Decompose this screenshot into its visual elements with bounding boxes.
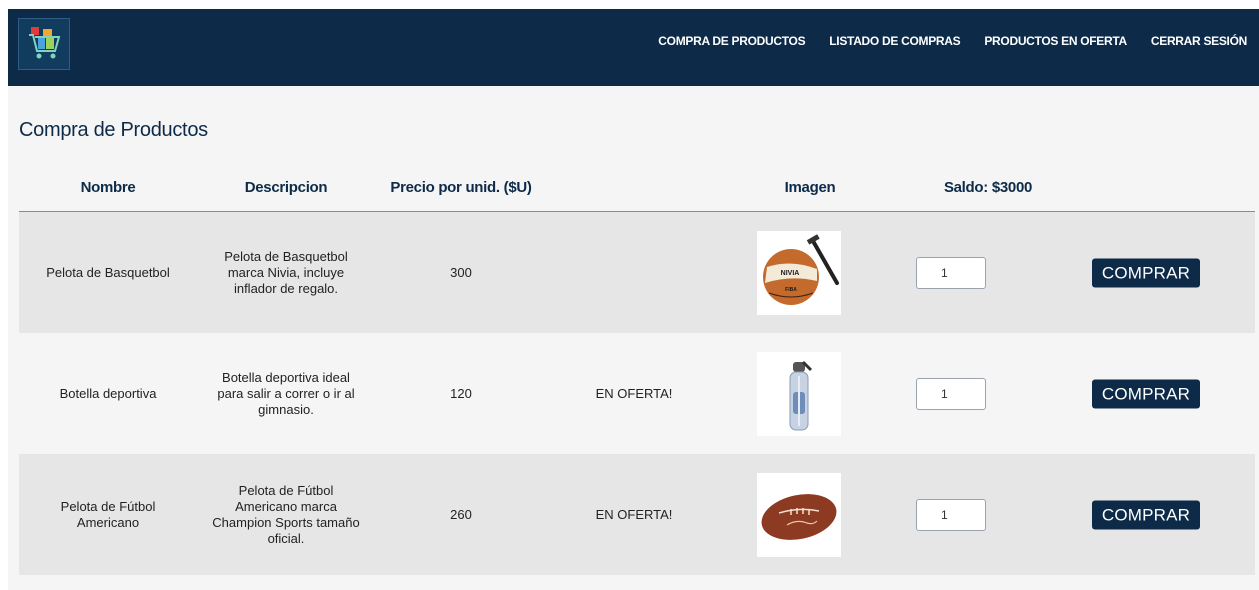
product-price: 260: [450, 506, 472, 522]
american-football-icon: [757, 472, 841, 557]
nav-listado-de-compras[interactable]: LISTADO DE COMPRAS: [829, 34, 960, 48]
product-description: Pelota de Basquetbol marca Nivia, incluy…: [224, 248, 348, 296]
nav-links: COMPRA DE PRODUCTOS LISTADO DE COMPRAS P…: [658, 9, 1259, 73]
header-nombre: Nombre: [80, 179, 136, 196]
product-price: 120: [450, 385, 472, 401]
nav-cerrar-sesion[interactable]: CERRAR SESIÓN: [1151, 34, 1247, 48]
comprar-button[interactable]: COMPRAR: [1092, 379, 1200, 408]
page: COMPRA DE PRODUCTOS LISTADO DE COMPRAS P…: [8, 9, 1259, 590]
product-price: 300: [450, 264, 472, 280]
quantity-input[interactable]: 1: [916, 498, 986, 531]
header-precio: Precio por unid. ($U): [390, 179, 532, 196]
shopping-cart-logo-icon[interactable]: [18, 18, 70, 70]
basketball-with-pump-icon: NIVIA FIBA: [757, 230, 841, 315]
offer-label: EN OFERTA!: [595, 506, 673, 522]
comprar-button[interactable]: COMPRAR: [1092, 258, 1200, 287]
header-imagen: Imagen: [784, 179, 836, 196]
product-name: Botella deportiva: [59, 385, 157, 401]
header-saldo: Saldo: $3000: [943, 179, 1033, 196]
table-row: Pelota de Basquetbol Pelota de Basquetbo…: [19, 212, 1255, 333]
product-name: Pelota de Fútbol Americano: [60, 498, 156, 530]
product-description: Pelota de Fútbol Americano marca Champio…: [212, 482, 360, 546]
page-title: Compra de Productos: [19, 119, 208, 141]
comprar-button[interactable]: COMPRAR: [1092, 500, 1200, 529]
offer-label: EN OFERTA!: [595, 385, 673, 401]
product-name: Pelota de Basquetbol: [46, 264, 170, 280]
product-description: Botella deportiva ideal para salir a cor…: [217, 369, 355, 417]
quantity-input[interactable]: 1: [916, 256, 986, 289]
nav-productos-en-oferta[interactable]: PRODUCTOS EN OFERTA: [984, 34, 1127, 48]
svg-text:NIVIA: NIVIA: [781, 270, 800, 277]
navbar: COMPRA DE PRODUCTOS LISTADO DE COMPRAS P…: [8, 9, 1259, 86]
quantity-input[interactable]: 1: [916, 377, 986, 410]
nav-compra-de-productos[interactable]: COMPRA DE PRODUCTOS: [658, 34, 805, 48]
svg-text:FIBA: FIBA: [785, 287, 797, 293]
table-row: Botella deportiva Botella deportiva idea…: [19, 333, 1255, 454]
table-row: Pelota de Fútbol Americano Pelota de Fút…: [19, 454, 1255, 575]
water-bottle-icon: [757, 351, 841, 436]
header-descripcion: Descripcion: [244, 179, 328, 196]
products-table: Nombre Descripcion Precio por unid. ($U)…: [19, 169, 1255, 575]
table-header: Nombre Descripcion Precio por unid. ($U)…: [19, 169, 1255, 212]
